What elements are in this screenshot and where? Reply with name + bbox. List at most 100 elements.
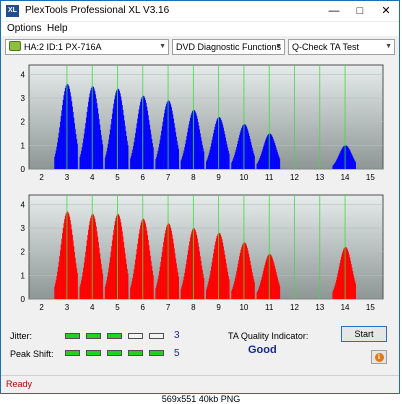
histogram-bar [203,151,205,169]
x-tick-label: 10 [239,303,248,312]
x-tick-label: 2 [39,303,44,312]
x-tick-label: 6 [141,303,146,312]
jitter-label: Jitter: [10,331,33,341]
jitter-meter-segment [86,333,101,339]
status-bar: Ready [1,375,399,394]
x-tick-label: 9 [216,173,221,182]
x-tick-label: 15 [366,303,375,312]
x-tick-label: 9 [216,303,221,312]
y-tick-label: 2 [21,118,26,127]
y-tick-label: 0 [21,165,26,174]
jitter-meter-segment [149,333,164,339]
y-tick-label: 3 [21,94,26,103]
maximize-icon[interactable]: □ [349,3,371,19]
x-tick-label: 15 [366,173,375,182]
y-tick-label: 2 [21,248,26,257]
peak-shift-label: Peak Shift: [10,349,54,359]
jitter-chart-svg: 012342 3 4 5 6 7 8 9 10 11 12 13 14 15 [21,64,384,182]
x-tick-label: 5 [115,173,120,182]
start-button[interactable]: Start [341,326,387,342]
histogram-bar [253,155,255,169]
menu-options[interactable]: Options [7,23,41,34]
function-select-value: DVD Diagnostic Functions [176,42,282,52]
info-button[interactable]: i [371,350,387,364]
y-tick-label: 0 [21,295,26,304]
image-caption: 569x551 40kb PNG [0,394,402,404]
x-tick-label: 11 [265,173,274,182]
histogram-bar [279,285,281,299]
x-tick-label: 13 [315,303,324,312]
x-tick-label: 8 [191,303,196,312]
x-tick-label: 10 [239,173,248,182]
histogram-bar [178,276,179,299]
peak-shift-chart: 0 1 2 3 4 2 3 4 5 6 7 8 9 10 11 12 13 14 15 [5,191,395,315]
window-title: PlexTools Professional XL V3.16 [25,5,170,16]
peak-shift-chart-svg: 012342 3 4 5 6 7 8 9 10 11 12 13 14 15 [21,194,384,312]
test-select-value: Q-Check TA Test [292,42,360,52]
minimize-icon[interactable]: — [323,3,345,19]
jitter-meter-segment [107,333,122,339]
histogram-bar [102,273,104,299]
peak-shift-meter-segment [86,350,101,356]
y-tick-label: 4 [21,200,26,209]
results-panel: Jitter: 3 Peak Shift: 5 TA Quality Indic… [1,321,399,373]
test-select[interactable]: Q-Check TA Test ▼ [288,39,395,55]
toolbar: HA:2 ID:1 PX-716A ▼ DVD Diagnostic Funct… [1,37,399,59]
jitter-value: 3 [174,330,180,341]
x-tick-label: 4 [90,173,95,182]
x-tick-label: 14 [341,303,350,312]
x-tick-label: 12 [290,303,299,312]
x-tick-label: 11 [265,303,274,312]
close-icon[interactable]: ✕ [375,3,397,19]
jitter-meter-segment [65,333,80,339]
x-tick-label: 3 [65,303,70,312]
status-text: Ready [6,379,33,389]
y-tick-label: 1 [21,141,26,150]
x-tick-label: 7 [166,173,171,182]
drive-icon [9,41,21,51]
function-select[interactable]: DVD Diagnostic Functions ▼ [172,39,285,55]
x-tick-label: 5 [115,303,120,312]
histogram-bar [228,279,230,299]
peak-shift-value: 5 [174,348,180,359]
histogram-bar [228,153,230,169]
histogram-bar [76,272,78,299]
chevron-down-icon: ▼ [159,43,166,50]
drive-select-value: HA:2 ID:1 PX-716A [24,42,102,52]
histogram-bar [253,282,255,299]
histogram-bar [355,283,356,299]
chevron-down-icon: ▼ [385,43,392,50]
peak-shift-meter-segment [149,350,164,356]
info-icon: i [374,353,384,362]
histogram-bar [203,277,205,299]
histogram-bar [178,148,179,169]
jitter-meter-segment [128,333,143,339]
peak-shift-meter-segment [65,350,80,356]
drive-select[interactable]: HA:2 ID:1 PX-716A ▼ [5,39,169,55]
y-tick-label: 4 [21,70,26,79]
histogram-bar [102,144,104,169]
x-tick-label: 8 [191,173,196,182]
histogram-bar [355,161,356,169]
peak-shift-meter-segment [128,350,143,356]
x-tick-label: 14 [341,173,350,182]
app-logo-icon: XL [6,5,19,17]
histogram-bar [152,147,154,169]
histogram-bar [76,143,78,169]
x-tick-label: 13 [315,173,324,182]
x-tick-label: 7 [166,303,171,312]
histogram-bar [279,158,281,169]
title-bar[interactable]: XL PlexTools Professional XL V3.16 — □ ✕ [1,1,399,21]
menu-help[interactable]: Help [47,23,68,34]
x-tick-label: 12 [290,173,299,182]
histogram-bar [127,145,129,169]
x-tick-label: 2 [39,173,44,182]
ta-quality-result: Good [248,344,277,356]
histogram-bar [152,275,154,299]
chevron-down-icon: ▼ [275,43,282,50]
histogram-bar [127,273,129,299]
jitter-chart: 0 1 2 3 4 2 3 4 5 6 7 8 9 10 11 12 13 14 15 [5,61,395,185]
x-tick-label: 3 [65,173,70,182]
y-tick-label: 3 [21,224,26,233]
y-tick-label: 1 [21,271,26,280]
